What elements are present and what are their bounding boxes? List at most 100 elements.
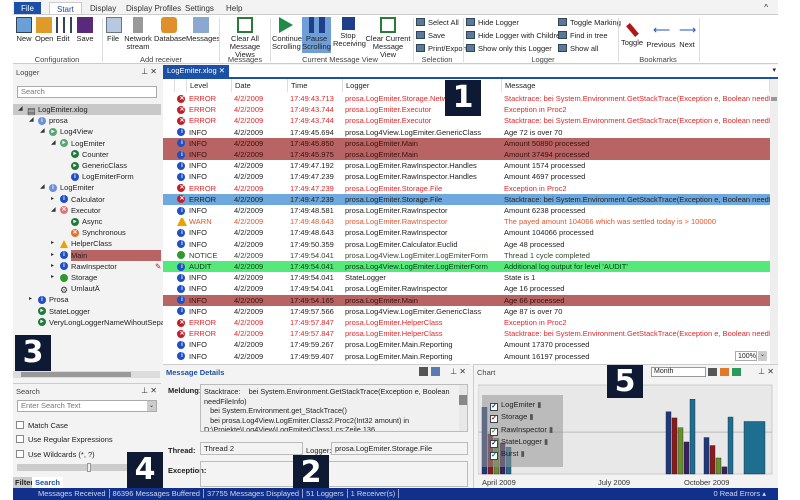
table-row[interactable]: i INFO 4/2/2009 17:49:54.165 prosa.LogEmiter… [163, 294, 770, 306]
legend-item-burst[interactable]: ✓ Burst ▮ [490, 448, 525, 461]
collapsed-icon[interactable]: ▸ [51, 238, 54, 249]
table-row[interactable]: ✕ ERROR 4/2/2009 17:49:57.847 prosa.LogEmite… [163, 317, 770, 328]
previous-bookmark-button[interactable]: ⟵ Previous [646, 23, 676, 59]
table-row[interactable]: i INFO 4/2/2009 17:49:45.694 prosa.Log4View.… [163, 127, 770, 138]
tree-node[interactable]: ▸ Async [13, 216, 161, 227]
interval-select[interactable]: Month [651, 367, 706, 377]
table-row[interactable]: i INFO 4/2/2009 17:49:59.267 prosa.LogEmiter… [163, 339, 770, 350]
next-bookmark-button[interactable]: ⟶ Next [677, 23, 697, 59]
table-row[interactable]: ✕ ERROR 4/2/2009 17:49:57.847 prosa.LogEmite… [163, 328, 770, 339]
tree-node[interactable]: ▸ GenericClass [13, 160, 161, 171]
panel-pin-close[interactable]: ⊥ ✕ [450, 367, 466, 376]
show-only-logger-button[interactable]: Show only this Logger [466, 43, 552, 54]
table-row[interactable]: i INFO 4/2/2009 17:49:57.566 prosa.Log4View.… [163, 306, 770, 317]
tree-node[interactable]: ⚙ UmlautÄ [13, 283, 161, 295]
add-file-button[interactable]: File [106, 17, 122, 53]
tab-search[interactable]: Search [32, 477, 64, 488]
find-in-tree-button[interactable]: Find in tree [558, 30, 608, 41]
table-row[interactable]: i INFO 4/2/2009 17:49:50.359 prosa.LogEmiter… [163, 239, 770, 250]
tree-node[interactable]: ◢ ▤ LogEmiter.xlog [13, 104, 161, 116]
table-row[interactable]: i INFO 4/2/2009 17:49:47.239 prosa.LogEmiter… [163, 171, 770, 182]
tree-node[interactable]: ◢ ✕ Executor [13, 205, 161, 216]
new-button[interactable]: New [15, 17, 33, 53]
close-tab-icon[interactable]: ✕ [219, 66, 225, 75]
legend-item-rawinspector[interactable]: ✓ RawInspector ▮ [490, 424, 553, 436]
table-row[interactable]: i INFO 4/2/2009 17:49:54.041 prosa.LogEmiter… [163, 283, 770, 294]
tree-node[interactable]: ✕ Synchronous [13, 227, 161, 238]
hide-logger-children-button[interactable]: Hide Logger with Children [466, 30, 564, 41]
table-row[interactable]: i INFO 4/2/2009 17:49:45.850 prosa.LogEmiter… [163, 137, 770, 149]
open-button[interactable]: Open [35, 17, 53, 53]
refresh-icon[interactable] [732, 368, 741, 376]
zoom-select[interactable]: 100% [735, 351, 757, 361]
clear-current-view-button[interactable]: Clear Current Message View [365, 17, 411, 59]
table-row[interactable]: ✎ i AUDIT 4/2/2009 17:49:54.041 prosa.Log4Vie… [155, 261, 770, 273]
table-row[interactable]: ✕ ERROR 4/2/2009 17:49:47.239 prosa.LogEmite… [163, 193, 770, 205]
thread-field[interactable]: Thread 2 [200, 442, 303, 455]
collapsed-icon[interactable]: ▸ [51, 272, 54, 283]
tree-node[interactable]: ▸ HelperClass [13, 238, 161, 249]
network-stream-button[interactable]: Network stream [124, 17, 152, 53]
tree-node[interactable]: ▸ i Calculator [13, 194, 161, 205]
scroll-thumb[interactable] [771, 97, 777, 101]
logger-search-input[interactable]: Search [17, 86, 157, 98]
table-row[interactable]: i INFO 4/2/2009 17:49:48.643 prosa.LogEmiter… [163, 227, 770, 238]
tree-node[interactable]: ▸ i RawInspector [13, 261, 161, 272]
tree-node[interactable]: ▸ i Main [13, 249, 161, 261]
column-header-date[interactable]: Date [232, 79, 288, 92]
tree-node[interactable]: ▸ Counter [13, 149, 161, 160]
match-case-checkbox[interactable]: Match Case [16, 421, 68, 431]
tree-node[interactable]: ▸ i Prosa [13, 294, 161, 305]
clear-all-views-button[interactable]: Clear All Message Views [222, 17, 268, 59]
edit-button[interactable]: Edit [56, 17, 72, 53]
legend-checkbox[interactable]: ✓ [490, 439, 498, 448]
legend-checkbox[interactable]: ✓ [490, 427, 498, 436]
save-selection-button[interactable]: Save [416, 30, 445, 41]
collapsed-icon[interactable]: ▸ [51, 261, 54, 272]
tree-node[interactable]: ▸ StateLogger [13, 306, 161, 317]
exception-field[interactable] [200, 461, 468, 487]
expanded-icon[interactable]: ◢ [51, 205, 56, 216]
bookmark-icon[interactable]: ✎ [153, 261, 161, 272]
tree-node[interactable]: ◢ i LogEmiter [13, 182, 161, 193]
trash-icon[interactable]: ▮ [542, 437, 548, 446]
table-row[interactable]: ✕ ERROR 4/2/2009 17:49:47.239 prosa.LogEmite… [163, 183, 770, 194]
legend-checkbox[interactable]: ✓ [490, 415, 498, 424]
tree-node[interactable]: ◢ ▸ Log4View [13, 126, 161, 137]
collapsed-icon[interactable]: ▸ [51, 250, 54, 261]
table-row[interactable]: i INFO 4/2/2009 17:49:48.581 prosa.LogEmiter… [163, 205, 770, 216]
table-row[interactable]: i INFO 4/2/2009 17:49:59.407 prosa.LogEmiter… [163, 351, 770, 362]
column-header-level[interactable]: Level [187, 79, 232, 92]
trash-icon[interactable]: ▮ [519, 449, 525, 458]
table-row[interactable]: i INFO 4/2/2009 17:49:45.975 prosa.LogEmiter… [163, 149, 770, 161]
tree-node[interactable]: ◢ i prosa [13, 115, 161, 126]
tree-node[interactable]: ◢ ▸ LogEmiter [13, 138, 161, 149]
stop-receiving-button[interactable]: Stop Receiving [333, 17, 366, 53]
panel-pin-close[interactable]: ⊥ ✕ [141, 386, 157, 395]
toggle-marking-button[interactable]: Toggle Marking [558, 17, 621, 28]
collapsed-icon[interactable]: ▸ [29, 294, 32, 305]
database-button[interactable]: Database [154, 17, 186, 53]
table-row[interactable]: i INFO 4/2/2009 17:49:54.041 StateLogger Stat… [163, 272, 770, 283]
panel-pin-close[interactable]: ⊥ ✕ [141, 67, 157, 76]
chevron-down-icon[interactable]: ⌄ [147, 401, 156, 411]
legend-item-storage[interactable]: ✓ Storage ▮ [490, 411, 534, 424]
toggle-bookmark-button[interactable]: Toggle [620, 23, 644, 59]
print-export-button[interactable]: Print/Export [416, 43, 467, 54]
tab-dropdown-icon[interactable]: ▾ [772, 66, 776, 74]
meldung-scrollbar[interactable] [459, 385, 467, 431]
select-all-button[interactable]: Select All [416, 17, 459, 28]
panel-pin-close[interactable]: ⊥ ✕ [758, 367, 774, 376]
save-config-button[interactable]: Save [76, 17, 94, 53]
document-tab-logemiter[interactable]: LogEmiter.xlog ✕ [163, 65, 230, 77]
messages-receiver-button[interactable]: Messages [186, 17, 220, 53]
read-errors-status[interactable]: 0 Read Errors ▴ [713, 488, 766, 500]
expanded-icon[interactable]: ◢ [18, 104, 23, 115]
wrench-icon[interactable] [419, 367, 428, 376]
trash-icon[interactable]: ▮ [547, 425, 553, 434]
collapse-ribbon-icon[interactable]: ^ [764, 3, 768, 12]
table-row[interactable]: ✕ ERROR 4/2/2009 17:49:43.744 prosa.LogEmite… [163, 115, 770, 126]
pause-scrolling-button[interactable]: Pause Scrolling [302, 17, 331, 53]
chart-type-icon[interactable] [720, 368, 729, 376]
tree-node[interactable]: ▸ Storage [13, 272, 161, 283]
